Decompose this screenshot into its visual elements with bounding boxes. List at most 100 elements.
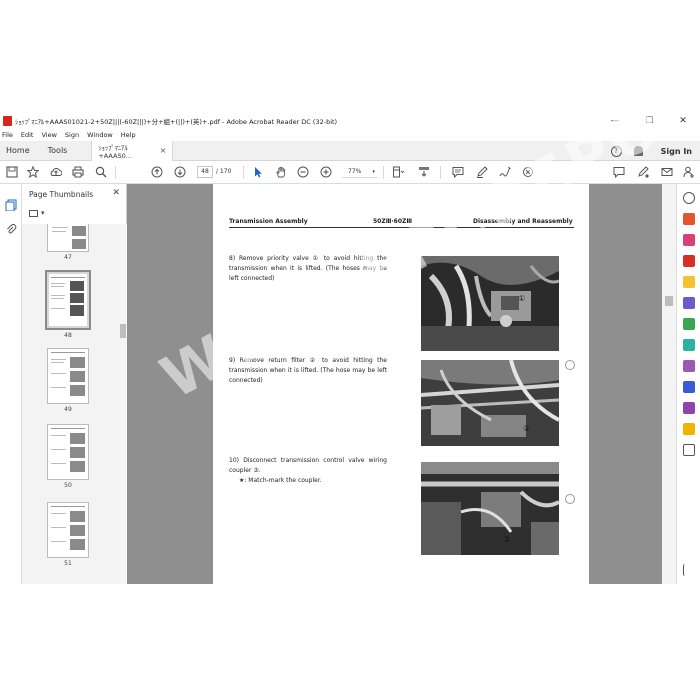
document-scrollbar[interactable] bbox=[662, 184, 676, 584]
highlight-pen-icon[interactable] bbox=[476, 166, 488, 178]
thumbnail-page-50[interactable] bbox=[47, 424, 89, 480]
thumbnail-page-49[interactable] bbox=[47, 348, 89, 404]
page-display-icon[interactable] bbox=[392, 166, 404, 178]
hand-tool-icon[interactable] bbox=[275, 166, 287, 178]
page-number-input[interactable]: 48 bbox=[197, 166, 213, 178]
scrollbar-thumb[interactable] bbox=[665, 296, 673, 306]
photo-wiring-coupler bbox=[421, 462, 559, 555]
menu-bar: File Edit View Sign Window Help bbox=[0, 129, 700, 141]
header-rule bbox=[229, 227, 574, 228]
panel-title: Page Thumbnails bbox=[29, 190, 94, 199]
binder-hole bbox=[565, 360, 575, 370]
search-icon[interactable] bbox=[95, 166, 107, 178]
window-title: ｼｮｯﾌﾟﾏﾆｱﾙ+AAAS01021-2+50Z|||(-60Z|||)+分+… bbox=[15, 117, 338, 126]
next-page-icon[interactable] bbox=[174, 166, 186, 178]
sign-in-button[interactable]: Sign In bbox=[661, 147, 692, 156]
tab-home[interactable]: Home bbox=[0, 141, 36, 161]
zoom-tool-icon[interactable] bbox=[683, 192, 695, 204]
close-window-button[interactable]: ✕ bbox=[666, 112, 700, 129]
thumbnail-scrollbar[interactable] bbox=[119, 224, 127, 584]
page-total-label: / 170 bbox=[216, 168, 232, 175]
export-pdf-icon[interactable] bbox=[683, 255, 695, 267]
share-person-icon[interactable] bbox=[683, 166, 695, 178]
callout-2: ② bbox=[523, 424, 531, 433]
document-viewport[interactable]: Transmission Assembly 50ZⅢ·60ZⅢ Disassem… bbox=[127, 184, 676, 584]
scroll-mode-icon[interactable] bbox=[418, 166, 430, 178]
menu-window[interactable]: Window bbox=[87, 131, 113, 139]
page-thumbnails-panel: Page Thumbnails ✕ ▾ 47 48 49 50 51 bbox=[22, 184, 127, 584]
bookmark-star-icon[interactable] bbox=[27, 166, 39, 178]
step-10-note: ★: Match-mark the coupler. bbox=[239, 477, 322, 484]
scrollbar-thumb[interactable] bbox=[120, 324, 126, 338]
tab-tools[interactable]: Tools bbox=[42, 141, 74, 161]
menu-help[interactable]: Help bbox=[121, 131, 136, 139]
menu-file[interactable]: File bbox=[2, 131, 13, 139]
comment-tool-icon[interactable] bbox=[683, 276, 695, 288]
close-panel-icon[interactable]: ✕ bbox=[112, 188, 120, 198]
acrobat-window: ｼｮｯﾌﾟﾏﾆｱﾙ+AAAS01021-2+50Z|||(-60Z|||)+分+… bbox=[0, 112, 700, 584]
create-pdf-icon[interactable] bbox=[683, 213, 695, 225]
step-8-text: 8) Remove priority valve ① to avoid hitt… bbox=[229, 255, 387, 282]
email-icon[interactable] bbox=[661, 166, 673, 178]
step-9-text: 9) Remove return filter ② to avoid hitti… bbox=[229, 357, 387, 384]
page-thumbnails-icon[interactable] bbox=[5, 196, 17, 212]
thumbnail-label: 51 bbox=[64, 560, 72, 567]
header-model: 50ZⅢ·60ZⅢ bbox=[373, 218, 413, 225]
select-cursor-icon[interactable] bbox=[252, 166, 264, 178]
minimize-button[interactable]: — bbox=[598, 112, 632, 129]
collapse-panel-icon[interactable] bbox=[683, 564, 695, 576]
menu-view[interactable]: View bbox=[41, 131, 56, 139]
chevron-down-icon: ▾ bbox=[372, 169, 375, 175]
left-navigation-rail bbox=[0, 184, 22, 584]
more-tools-icon[interactable] bbox=[683, 444, 695, 456]
options-list-icon bbox=[29, 209, 38, 217]
window-controls: — ☐ ✕ bbox=[598, 112, 700, 129]
zoom-level-select[interactable]: 77% ▾ bbox=[342, 166, 378, 178]
print-icon[interactable] bbox=[72, 166, 84, 178]
chevron-down-icon: ▾ bbox=[41, 209, 45, 217]
previous-page-icon[interactable] bbox=[151, 166, 163, 178]
zoom-in-icon[interactable] bbox=[320, 166, 332, 178]
toolbar: 48 / 170 77% ▾ bbox=[0, 161, 700, 184]
send-for-comments-icon[interactable] bbox=[683, 423, 695, 435]
step-10-text: 10) Disconnect transmission control valv… bbox=[229, 457, 387, 474]
notifications-bell-icon[interactable] bbox=[633, 146, 643, 156]
attachments-paperclip-icon[interactable] bbox=[5, 220, 17, 234]
thumbnail-options-button[interactable]: ▾ bbox=[29, 209, 45, 217]
scan-ocr-icon[interactable] bbox=[683, 297, 695, 309]
pdf-page: Transmission Assembly 50ZⅢ·60ZⅢ Disassem… bbox=[213, 184, 589, 584]
protect-icon[interactable] bbox=[683, 381, 695, 393]
callout-3: ③ bbox=[503, 535, 511, 544]
comment-icon[interactable] bbox=[452, 166, 464, 178]
stamp-tool-icon[interactable] bbox=[522, 166, 534, 178]
thumbnail-list: 47 48 49 50 51 bbox=[22, 224, 120, 584]
thumbnail-label: 49 bbox=[64, 406, 72, 413]
edit-pdf-icon[interactable] bbox=[683, 318, 695, 330]
thumbnail-label: 47 bbox=[64, 254, 72, 261]
thumbnail-label: 50 bbox=[64, 482, 72, 489]
organize-pages-icon[interactable] bbox=[683, 234, 695, 246]
sign-pen-icon[interactable] bbox=[637, 166, 649, 178]
document-tab-label: ｼｮｯﾌﾟﾏﾆｱﾙ+AAAS0... bbox=[98, 143, 132, 160]
help-icon[interactable]: ? bbox=[610, 145, 622, 157]
menu-sign[interactable]: Sign bbox=[65, 131, 79, 139]
tab-bar-right: ? Sign In bbox=[610, 141, 692, 161]
zoom-out-icon[interactable] bbox=[297, 166, 309, 178]
save-icon[interactable] bbox=[6, 166, 18, 178]
thumbnail-page-51[interactable] bbox=[47, 502, 89, 558]
draw-freeform-icon[interactable] bbox=[499, 166, 511, 178]
request-signature-icon[interactable] bbox=[683, 402, 695, 414]
menu-edit[interactable]: Edit bbox=[21, 131, 34, 139]
compress-pdf-icon[interactable] bbox=[683, 339, 695, 351]
fill-sign-icon[interactable] bbox=[683, 360, 695, 372]
close-tab-icon[interactable]: × bbox=[160, 146, 167, 155]
upload-cloud-icon[interactable] bbox=[50, 166, 62, 178]
tab-document[interactable]: ｼｮｯﾌﾟﾏﾆｱﾙ+AAAS0... × bbox=[91, 140, 174, 161]
thumbnail-page-47[interactable] bbox=[47, 224, 89, 252]
thumbnail-page-48[interactable] bbox=[45, 270, 91, 330]
tab-bar: Home Tools ｼｮｯﾌﾟﾏﾆｱﾙ+AAAS0... × ? Sign I… bbox=[0, 140, 700, 161]
binder-hole bbox=[565, 494, 575, 504]
maximize-button[interactable]: ☐ bbox=[632, 112, 666, 129]
callout-1: ① bbox=[518, 294, 526, 303]
comment-add-icon[interactable] bbox=[613, 166, 625, 178]
